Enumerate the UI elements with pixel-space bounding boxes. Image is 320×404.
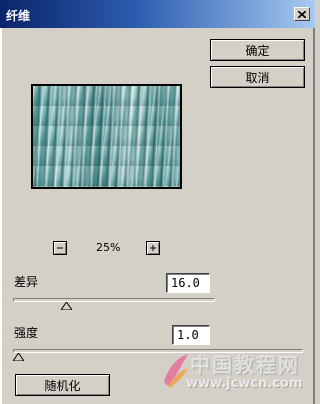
title-bar: 纤维 (0, 0, 315, 28)
window-frame-left (0, 28, 2, 404)
cancel-button[interactable]: 取消 (210, 66, 305, 88)
variance-label: 差异 (14, 275, 39, 289)
dialog-title: 纤维 (6, 9, 31, 23)
strength-label: 强度 (14, 326, 39, 340)
minus-icon (57, 247, 63, 249)
watermark-url: www.jcwcn.com (186, 376, 303, 391)
variance-slider-thumb[interactable] (60, 302, 72, 310)
plus-icon (150, 245, 156, 251)
variance-slider-track[interactable] (13, 298, 215, 302)
close-button[interactable] (294, 7, 310, 21)
preview-frame[interactable] (31, 84, 182, 189)
variance-input[interactable]: 16.0 (166, 273, 210, 293)
close-icon (298, 10, 306, 18)
ok-button[interactable]: 确定 (210, 39, 305, 61)
watermark-title: 中国教程网 (190, 353, 300, 377)
window-frame-right (313, 28, 315, 404)
strength-input[interactable]: 1.0 (172, 325, 210, 345)
zoom-in-button[interactable] (146, 241, 160, 255)
fibers-preview-image[interactable] (33, 86, 180, 187)
zoom-out-button[interactable] (53, 241, 67, 255)
zoom-level: 25% (96, 241, 121, 254)
strength-slider-thumb[interactable] (13, 353, 24, 361)
randomize-button[interactable]: 随机化 (15, 374, 110, 396)
